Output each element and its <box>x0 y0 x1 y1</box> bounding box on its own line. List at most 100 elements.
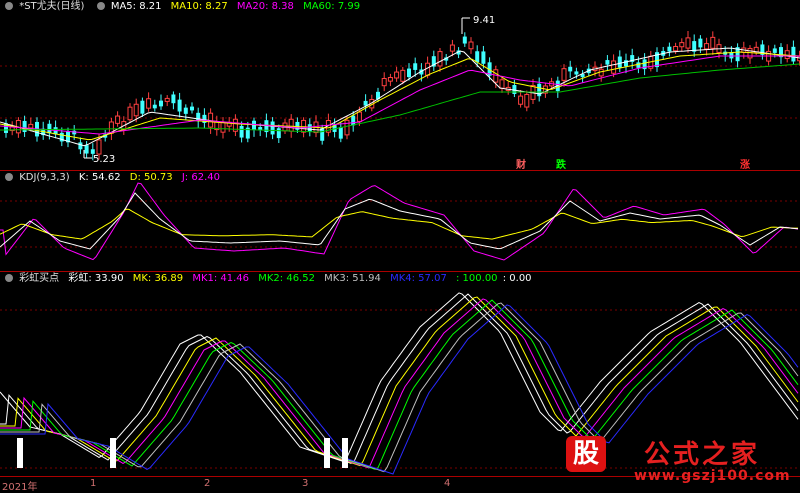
buy-bar <box>324 438 330 468</box>
lower-level-value: : 0.00 <box>502 273 532 284</box>
candlestick <box>41 121 46 140</box>
candlestick <box>791 40 796 65</box>
candlestick <box>679 38 685 52</box>
candlestick <box>245 121 250 143</box>
kdj-name: KDJ(9,3,3) <box>19 172 70 183</box>
candlestick <box>9 121 15 136</box>
candlestick <box>202 108 207 129</box>
indicator-menu-icon[interactable] <box>96 2 105 10</box>
kdj-menu-icon[interactable] <box>5 173 13 181</box>
candlestick <box>431 50 436 72</box>
candlestick <box>214 115 220 136</box>
brand-name: 公式之家 <box>644 440 761 470</box>
candlestick-chart[interactable]: 9.41 5.23 <box>0 0 800 170</box>
candlestick <box>779 43 783 64</box>
price-panel-header: *ST尤夫(日线) MA5: 8.21 MA10: 8.27 MA20: 8.3… <box>0 0 366 14</box>
kdj-panel[interactable]: KDJ(9,3,3) K: 54.62 D: 50.73 J: 62.40 <box>0 171 800 271</box>
rainbow-menu-icon[interactable] <box>5 274 13 282</box>
rainbow-panel-header: 彩虹买点 彩虹: 33.90 MK: 36.89 MK1: 41.46 MK2:… <box>0 272 538 286</box>
candlestick <box>177 92 182 118</box>
candlestick <box>220 117 226 139</box>
ma5-value: MA5: 8.21 <box>110 1 162 12</box>
candlestick <box>183 104 188 121</box>
candlestick <box>655 47 659 72</box>
axis-label-month: 2 <box>204 478 211 489</box>
candlestick <box>692 34 697 57</box>
candlestick <box>537 77 542 102</box>
kdj-panel-header: KDJ(9,3,3) K: 54.62 D: 50.73 J: 62.40 <box>0 171 226 185</box>
mk3-value: MK3: 51.94 <box>324 273 381 284</box>
mk-value: MK: 36.89 <box>132 273 184 284</box>
candlestick <box>140 97 145 118</box>
kdj-k-value: K: 54.62 <box>78 172 121 183</box>
candlestick <box>710 31 716 55</box>
candlestick <box>190 102 194 114</box>
candlestick <box>611 54 617 78</box>
rainbow-name: 彩虹买点 <box>19 273 60 284</box>
candlestick <box>276 124 281 144</box>
candlestick <box>784 44 790 63</box>
signal-die: 跌 <box>556 160 566 171</box>
candlestick <box>127 103 133 123</box>
candlestick <box>437 48 443 72</box>
candlestick <box>146 92 152 112</box>
candlestick <box>84 141 89 158</box>
kdj-d-value: D: 50.73 <box>129 172 173 183</box>
candlestick <box>270 117 275 140</box>
candlestick <box>524 90 530 112</box>
candlestick <box>642 53 647 76</box>
candlestick <box>499 76 505 93</box>
candlestick <box>22 115 27 137</box>
ma20-value: MA20: 8.38 <box>236 1 294 12</box>
buy-bar <box>342 438 348 468</box>
candlestick <box>196 107 201 128</box>
candlestick <box>381 72 387 92</box>
candlestick <box>171 91 176 110</box>
candlestick <box>580 70 585 83</box>
logo-icon: 股 <box>566 436 606 472</box>
candlestick <box>295 117 300 133</box>
buy-bar <box>110 438 116 468</box>
candlestick <box>568 60 573 78</box>
candlestick <box>394 66 400 82</box>
candlestick <box>338 121 343 143</box>
buy-bar <box>17 438 23 468</box>
candlestick <box>704 37 710 56</box>
candlestick <box>152 99 157 112</box>
candlestick <box>387 73 393 87</box>
price-panel[interactable]: *ST尤夫(日线) MA5: 8.21 MA10: 8.27 MA20: 8.3… <box>0 0 800 171</box>
candlestick <box>685 31 691 53</box>
panel-menu-icon[interactable] <box>5 2 13 10</box>
candlestick <box>505 81 511 95</box>
candlestick <box>747 45 753 64</box>
mk2-value: MK2: 46.52 <box>258 273 315 284</box>
candlestick <box>115 111 121 127</box>
candlestick <box>605 55 610 71</box>
candlestick <box>59 127 64 147</box>
site-url: www.gszj100.com <box>634 468 791 484</box>
kdj-chart[interactable] <box>0 171 800 271</box>
candlestick <box>159 94 163 110</box>
candlestick <box>4 119 8 138</box>
axis-label-month: 3 <box>302 478 309 489</box>
candlestick <box>252 117 256 137</box>
candlestick <box>226 117 232 132</box>
ma60-value: MA60: 7.99 <box>303 1 361 12</box>
kdj-j-value: J: 62.40 <box>181 172 220 183</box>
candlestick <box>735 43 740 68</box>
signal-zhang: 涨 <box>740 160 750 171</box>
axis-label-year: 2021年 <box>2 482 38 493</box>
candlestick <box>66 127 70 148</box>
ma10-value: MA10: 8.27 <box>170 1 228 12</box>
axis-label-month: 4 <box>444 478 451 489</box>
signal-cai: 财 <box>516 160 526 171</box>
security-title: *ST尤夫(日线) <box>19 1 85 12</box>
candlestick <box>624 53 628 74</box>
candlestick <box>667 42 672 57</box>
rainbow-value: 彩虹: 33.90 <box>68 273 124 284</box>
candlestick <box>78 137 83 155</box>
mk1-value: MK1: 41.46 <box>192 273 250 284</box>
candlestick <box>598 63 604 82</box>
mk4-value: MK4: 57.07 <box>390 273 447 284</box>
axis-label-month: 1 <box>90 478 97 489</box>
